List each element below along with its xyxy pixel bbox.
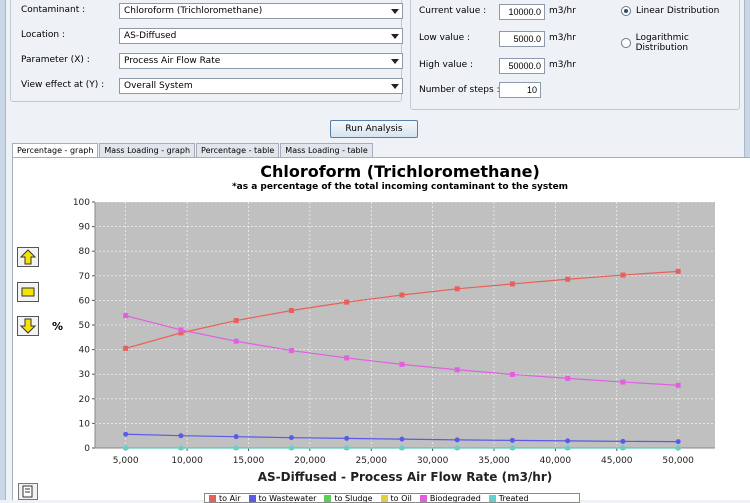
legend-item: to Sludge bbox=[324, 493, 373, 503]
data-point-treated bbox=[288, 445, 294, 451]
y-tick-label: 60 bbox=[79, 296, 91, 306]
data-point-treated bbox=[509, 445, 515, 451]
data-point-treated bbox=[123, 445, 129, 451]
x-tick-label: 30,000 bbox=[417, 456, 449, 466]
legend-label: to Air bbox=[219, 493, 241, 503]
data-point-to-wastewater bbox=[233, 434, 239, 440]
legend-label: to Wastewater bbox=[258, 493, 317, 503]
data-point-to-air bbox=[509, 281, 515, 287]
data-point-treated bbox=[178, 445, 184, 451]
data-point-to-wastewater bbox=[344, 435, 350, 441]
data-point-treated bbox=[675, 445, 681, 451]
legend-swatch bbox=[324, 494, 332, 502]
x-tick-label: 40,000 bbox=[540, 456, 572, 466]
data-point-to-air bbox=[233, 318, 239, 324]
y-tick-label: 20 bbox=[79, 395, 91, 405]
x-tick-label: 15,000 bbox=[233, 456, 265, 466]
data-point-treated bbox=[454, 445, 460, 451]
legend-swatch bbox=[209, 494, 216, 502]
data-point-biodegraded bbox=[288, 348, 294, 354]
data-point-biodegraded bbox=[509, 371, 515, 377]
data-point-to-air bbox=[565, 276, 571, 282]
legend-item: Treated bbox=[488, 493, 529, 503]
chart-canvas: 0 10 20 30 40 50 60 70 80 90 100 5,000 10,000 15,000 2… bbox=[73, 198, 715, 484]
data-point-biodegraded bbox=[620, 379, 626, 385]
data-point-to-wastewater bbox=[454, 437, 460, 443]
x-tick-label: 10,000 bbox=[171, 456, 203, 466]
y-tick-label: 40 bbox=[79, 346, 91, 356]
y-tick-label: 10 bbox=[79, 419, 91, 429]
legend-swatch bbox=[419, 494, 427, 502]
y-tick-label: 70 bbox=[79, 272, 91, 282]
data-point-biodegraded bbox=[454, 367, 460, 373]
legend-label: to Sludge bbox=[334, 493, 373, 503]
data-point-to-air bbox=[399, 292, 405, 298]
data-point-to-air bbox=[454, 286, 460, 292]
x-tick-label: 5,000 bbox=[113, 456, 139, 466]
legend-label: Biodegraded bbox=[429, 493, 481, 503]
y-tick-label: 100 bbox=[73, 198, 90, 208]
data-point-to-wastewater bbox=[123, 431, 129, 437]
legend-item: to Wastewater bbox=[248, 493, 317, 503]
data-point-treated bbox=[565, 445, 571, 451]
data-point-to-wastewater bbox=[509, 437, 515, 443]
data-point-biodegraded bbox=[675, 382, 681, 388]
data-point-biodegraded bbox=[123, 313, 129, 319]
data-point-to-wastewater bbox=[565, 438, 571, 444]
data-point-to-wastewater bbox=[620, 438, 626, 444]
data-point-to-air bbox=[123, 345, 129, 351]
data-point-biodegraded bbox=[344, 355, 350, 361]
data-point-biodegraded bbox=[233, 338, 239, 344]
legend-swatch bbox=[488, 494, 496, 502]
legend-swatch bbox=[248, 494, 256, 502]
data-point-biodegraded bbox=[565, 375, 571, 381]
y-tick-label: 0 bbox=[84, 444, 90, 454]
data-point-treated bbox=[344, 445, 350, 451]
data-point-to-air bbox=[675, 268, 681, 274]
legend-item: to Air bbox=[209, 493, 241, 503]
data-point-treated bbox=[233, 445, 239, 451]
data-point-to-wastewater bbox=[178, 433, 184, 439]
x-tick-label: 35,000 bbox=[478, 456, 510, 466]
x-axis-label: AS-Diffused - Process Air Flow Rate (m3/… bbox=[258, 470, 553, 484]
x-tick-label: 50,000 bbox=[662, 456, 694, 466]
x-tick-label: 20,000 bbox=[294, 456, 326, 466]
y-tick-label: 50 bbox=[79, 321, 91, 331]
data-point-treated bbox=[620, 445, 626, 451]
legend-item: Biodegraded bbox=[419, 493, 481, 503]
data-point-biodegraded bbox=[399, 361, 405, 367]
data-point-to-air bbox=[344, 299, 350, 305]
y-tick-label: 30 bbox=[79, 370, 91, 380]
legend-item: to Oil bbox=[380, 493, 412, 503]
legend-label: Treated bbox=[498, 493, 529, 503]
data-point-to-wastewater bbox=[288, 435, 294, 441]
y-tick-label: 80 bbox=[79, 247, 91, 257]
x-tick-label: 25,000 bbox=[355, 456, 387, 466]
y-tick-label: 90 bbox=[79, 223, 91, 233]
data-point-to-wastewater bbox=[399, 436, 405, 442]
data-point-biodegraded bbox=[178, 327, 184, 333]
legend-label: to Oil bbox=[390, 493, 412, 503]
chart-legend: to Air to Wastewater to Sludge to Oil Biodeg… bbox=[204, 493, 580, 503]
data-point-to-air bbox=[620, 272, 626, 278]
data-point-to-wastewater bbox=[675, 439, 681, 445]
data-point-treated bbox=[399, 445, 405, 451]
legend-swatch bbox=[380, 494, 388, 502]
x-tick-label: 45,000 bbox=[601, 456, 633, 466]
data-point-to-air bbox=[288, 307, 294, 313]
